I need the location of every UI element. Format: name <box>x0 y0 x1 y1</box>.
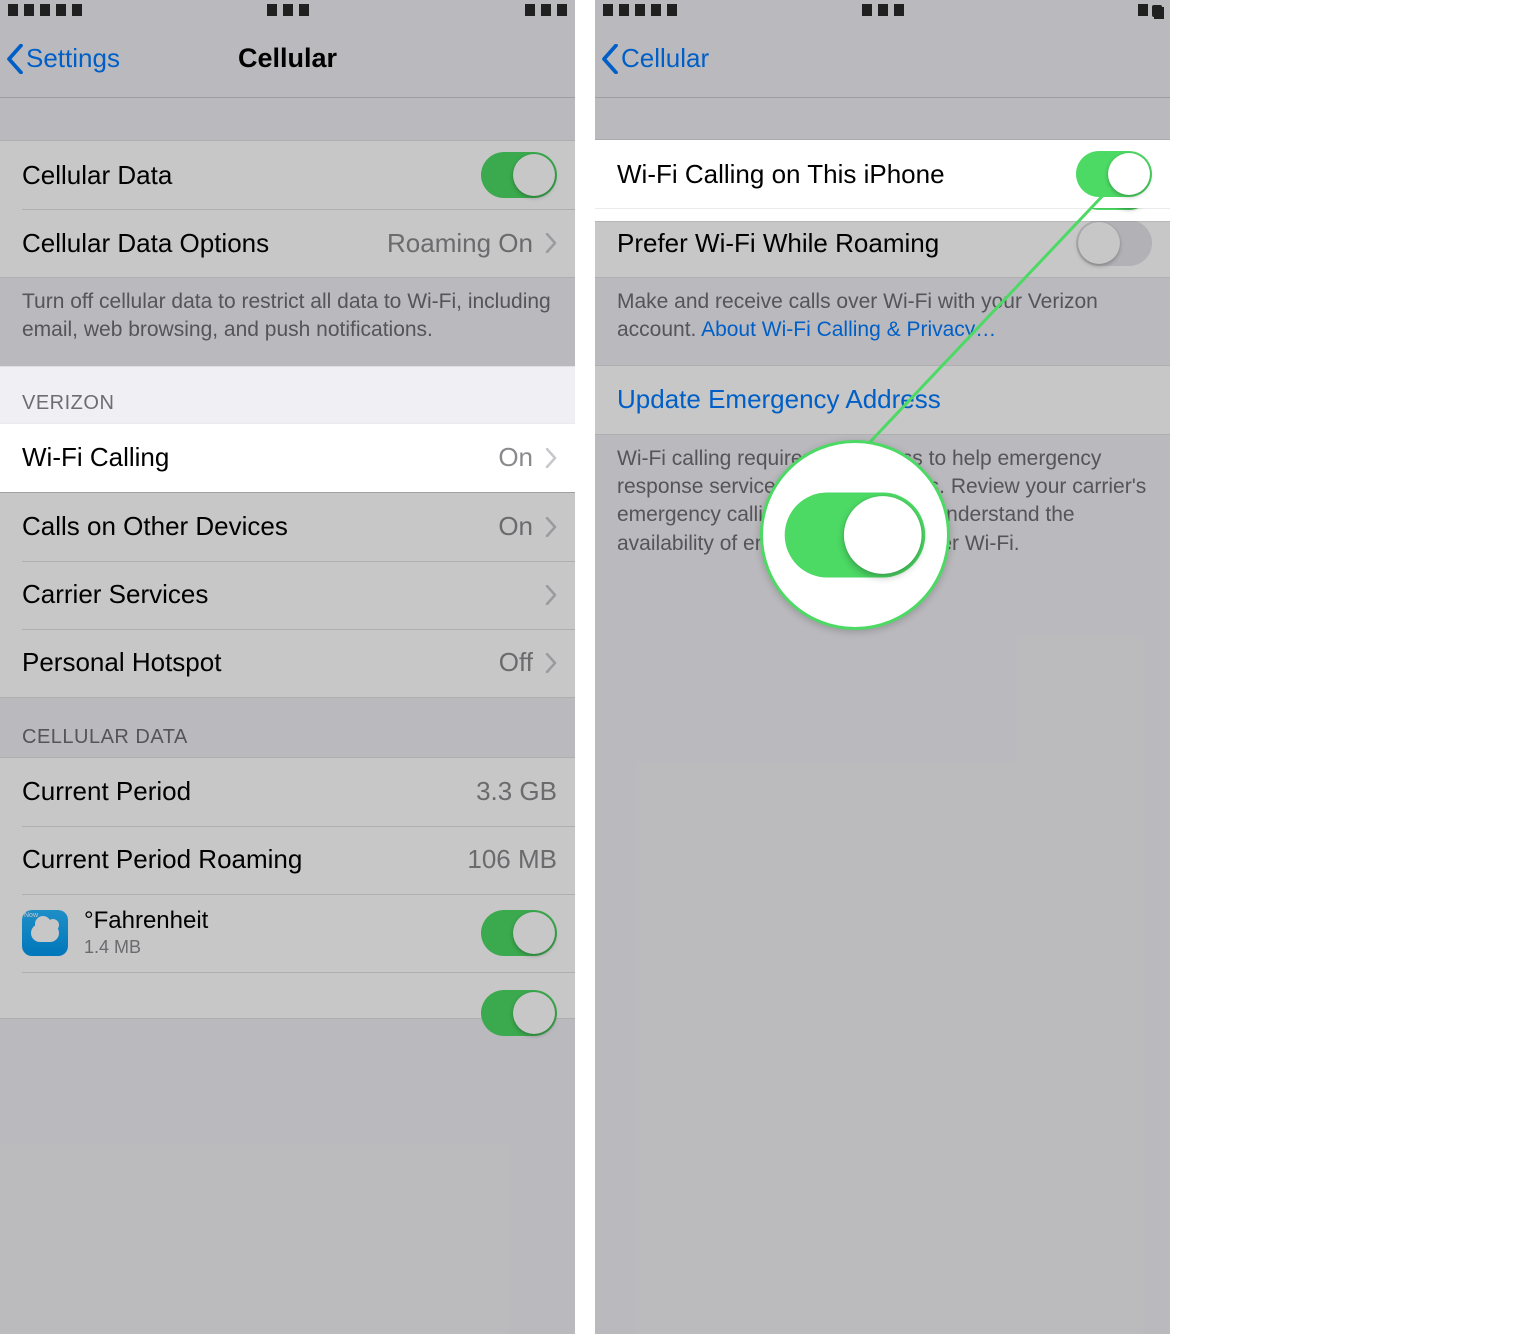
toggle-magnifier <box>760 440 950 630</box>
trailing-whitespace <box>1170 0 1525 1334</box>
usage-group: Current Period 3.3 GB Current Period Roa… <box>0 757 575 1019</box>
wifi-calling-label: Wi-Fi Calling <box>22 442 169 473</box>
chevron-right-icon <box>545 448 557 468</box>
cellular-data-options-value: Roaming On <box>387 228 533 259</box>
chevron-left-icon <box>601 44 619 74</box>
wifi-calling-on-iphone-label: Wi-Fi Calling on This iPhone <box>617 159 945 190</box>
current-period-value: 3.3 GB <box>476 776 557 807</box>
wifi-calling-account-note: Make and receive calls over Wi-Fi with y… <box>595 278 1170 365</box>
emergency-group: Update Emergency Address <box>595 365 1170 435</box>
back-button[interactable]: Cellular <box>595 43 709 74</box>
cellular-data-usage-header: CELLULAR DATA <box>0 698 575 757</box>
cellular-settings-screen: Settings Cellular Cellular Data Cellular… <box>0 0 575 1334</box>
update-emergency-address-label: Update Emergency Address <box>617 384 941 415</box>
cellular-data-toggle[interactable] <box>481 152 557 198</box>
calls-other-devices-row[interactable]: Calls on Other Devices On <box>0 493 575 561</box>
back-button[interactable]: Settings <box>0 43 120 74</box>
wifi-calling-on-iphone-highlight: Wi-Fi Calling on This iPhone <box>595 140 1170 208</box>
carrier-group: Calls on Other Devices On Carrier Servic… <box>0 492 575 698</box>
wifi-calling-highlight: Wi-Fi Calling On <box>0 424 575 492</box>
calls-other-devices-label: Calls on Other Devices <box>22 511 288 542</box>
chevron-right-icon <box>545 585 557 605</box>
current-period-label: Current Period <box>22 776 191 807</box>
app-icon-tag: Now <box>24 912 38 919</box>
app-icon: Now <box>22 910 68 956</box>
chevron-right-icon <box>545 233 557 253</box>
status-bar <box>0 0 575 20</box>
current-period-roaming-value: 106 MB <box>467 844 557 875</box>
current-period-roaming-label: Current Period Roaming <box>22 844 302 875</box>
chevron-right-icon <box>545 653 557 673</box>
cellular-data-group: Cellular Data Cellular Data Options Roam… <box>0 140 575 278</box>
cellular-data-note: Turn off cellular data to restrict all d… <box>0 278 575 365</box>
carrier-header-highlight-strip: VERIZON <box>0 366 575 423</box>
back-label: Cellular <box>621 43 709 74</box>
cellular-data-options-row[interactable]: Cellular Data Options Roaming On <box>0 209 575 277</box>
prefer-wifi-roaming-toggle[interactable] <box>1076 220 1152 266</box>
carrier-services-row[interactable]: Carrier Services <box>0 561 575 629</box>
panel-gap <box>575 0 595 1334</box>
app-usage-row[interactable]: Now °Fahrenheit 1.4 MB <box>0 894 575 972</box>
magnified-toggle-icon <box>785 492 926 577</box>
wifi-calling-value: On <box>498 442 533 473</box>
app-name: °Fahrenheit <box>84 907 208 935</box>
chevron-right-icon <box>545 517 557 537</box>
chevron-left-icon <box>6 44 24 74</box>
wifi-calling-settings-screen: Cellular Wi-Fi Calling on This iPhone Pr… <box>595 0 1170 1334</box>
carrier-services-label: Carrier Services <box>22 579 208 610</box>
partial-row <box>0 972 575 1018</box>
personal-hotspot-value: Off <box>499 647 533 678</box>
cellular-data-label: Cellular Data <box>22 160 172 191</box>
calls-other-devices-value: On <box>498 511 533 542</box>
prefer-wifi-roaming-label: Prefer Wi-Fi While Roaming <box>617 228 939 259</box>
partial-toggle[interactable] <box>481 990 557 1036</box>
app-cellular-toggle[interactable] <box>481 910 557 956</box>
nav-bar: Cellular <box>595 20 1170 98</box>
wifi-calling-on-iphone-toggle[interactable] <box>1076 151 1152 197</box>
about-wifi-calling-privacy-link[interactable]: About Wi-Fi Calling & Privacy… <box>701 318 996 341</box>
wifi-calling-row[interactable]: Wi-Fi Calling On <box>0 424 575 492</box>
nav-bar: Settings Cellular <box>0 20 575 98</box>
wifi-calling-on-iphone-row[interactable]: Wi-Fi Calling on This iPhone <box>595 140 1170 208</box>
back-label: Settings <box>26 43 120 74</box>
current-period-row: Current Period 3.3 GB <box>0 758 575 826</box>
personal-hotspot-label: Personal Hotspot <box>22 647 221 678</box>
update-emergency-address-row[interactable]: Update Emergency Address <box>595 366 1170 434</box>
personal-hotspot-row[interactable]: Personal Hotspot Off <box>0 629 575 697</box>
cellular-data-row[interactable]: Cellular Data <box>0 141 575 209</box>
cellular-data-options-label: Cellular Data Options <box>22 228 269 259</box>
app-usage: 1.4 MB <box>84 937 208 958</box>
current-period-roaming-row: Current Period Roaming 106 MB <box>0 826 575 894</box>
status-bar <box>595 0 1170 20</box>
